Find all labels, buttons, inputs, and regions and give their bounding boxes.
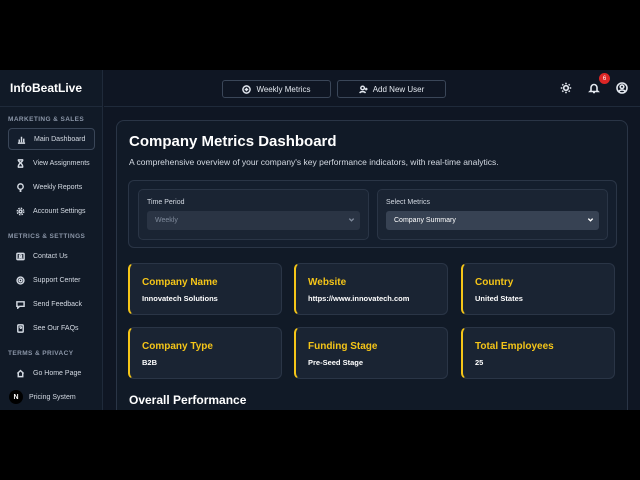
select-metrics-label: Select Metrics (386, 199, 430, 206)
sidebar-item-label: Account Settings (33, 207, 86, 215)
metric-label: Company Type (142, 341, 213, 352)
metric-card-website: Website https://www.innovatech.com (294, 263, 448, 315)
sidebar-item-label: Go Home Page (33, 369, 82, 377)
time-period-label: Time Period (147, 199, 185, 206)
sidebar-item-label: View Assignments (33, 159, 90, 167)
chevron-down-icon (348, 216, 355, 225)
theme-toggle-sun-icon[interactable] (559, 81, 573, 95)
sidebar-item-pricing-system[interactable]: N Pricing System (8, 386, 95, 408)
sidebar-item-view-assignments[interactable]: View Assignments (8, 152, 95, 174)
metric-label: Country (475, 277, 514, 288)
sidebar-item-support-center[interactable]: Support Center (8, 269, 95, 291)
metric-value: Pre-Seed Stage (308, 358, 364, 367)
section-marketing-sales: MARKETING & SALES (8, 116, 85, 123)
select-metrics-value: Company Summary (394, 217, 456, 224)
bar-chart-icon (15, 135, 27, 144)
metric-label: Total Employees (475, 341, 554, 352)
metric-value: Innovatech Solutions (142, 294, 218, 303)
sidebar-item-main-dashboard[interactable]: Main Dashboard (8, 128, 95, 150)
sidebar-item-label: Weekly Reports (33, 183, 83, 191)
metric-card-company-type: Company Type B2B (128, 327, 282, 379)
overall-performance-heading: Overall Performance (129, 393, 247, 407)
message-icon (14, 300, 26, 309)
metric-value: B2B (142, 358, 158, 367)
chevron-down-icon (587, 216, 594, 225)
notification-bell-icon[interactable] (587, 81, 601, 95)
section-terms-privacy: TERMS & PRIVACY (8, 350, 74, 357)
hourglass-icon (14, 158, 26, 168)
time-period-value: Weekly (155, 217, 178, 224)
app-frame: InfoBeatLive MARKETING & SALES Main Dash… (0, 70, 640, 410)
brand-logo[interactable]: InfoBeatLive (0, 70, 102, 107)
select-metrics-filter: Select Metrics Company Summary (377, 189, 608, 240)
metric-value: 25 (475, 358, 484, 367)
n-badge-icon: N (9, 390, 23, 404)
plus-circle-icon (242, 84, 252, 94)
add-new-user-button[interactable]: Add New User (337, 80, 446, 98)
time-period-filter: Time Period Weekly (138, 189, 369, 240)
dashboard-card: Company Metrics Dashboard A comprehensiv… (116, 120, 628, 410)
select-metrics-select[interactable]: Company Summary (386, 211, 599, 230)
page-subtitle: A comprehensive overview of your company… (129, 157, 499, 167)
lifebuoy-icon (14, 275, 26, 285)
page-title: Company Metrics Dashboard (129, 133, 337, 150)
metric-label: Company Name (142, 277, 218, 288)
contact-card-icon (14, 252, 26, 261)
add-new-user-label: Add New User (372, 84, 425, 94)
sidebar-item-go-home-page[interactable]: Go Home Page (8, 362, 95, 384)
faq-document-icon (14, 323, 26, 333)
sidebar-item-label: Send Feedback (33, 300, 83, 308)
metric-card-country: Country United States (461, 263, 615, 315)
add-user-icon (358, 84, 368, 93)
sidebar-item-send-feedback[interactable]: Send Feedback (8, 293, 95, 315)
sidebar-item-label: Contact Us (33, 252, 68, 260)
metric-label: Website (308, 277, 347, 288)
metric-value[interactable]: https://www.innovatech.com (308, 294, 409, 303)
notification-count-badge: 6 (599, 73, 610, 84)
metric-label: Funding Stage (308, 341, 378, 352)
user-profile-icon[interactable] (615, 81, 629, 95)
metric-value: United States (475, 294, 523, 303)
sidebar-item-account-settings[interactable]: Account Settings (8, 200, 95, 222)
sidebar-item-see-our-faqs[interactable]: See Our FAQs (8, 317, 95, 339)
sidebar-item-contact-us[interactable]: Contact Us (8, 245, 95, 267)
sidebar-item-label: Support Center (33, 276, 81, 284)
gear-icon (14, 207, 26, 216)
home-icon (14, 369, 26, 378)
sidebar-item-label: See Our FAQs (33, 324, 79, 332)
weekly-metrics-label: Weekly Metrics (256, 84, 311, 94)
lightbulb-icon (14, 182, 26, 192)
metric-card-funding-stage: Funding Stage Pre-Seed Stage (294, 327, 448, 379)
metric-card-company-name: Company Name Innovatech Solutions (128, 263, 282, 315)
time-period-select[interactable]: Weekly (147, 211, 360, 230)
metric-card-total-employees: Total Employees 25 (461, 327, 615, 379)
filters-panel: Time Period Weekly Select Metrics Compan… (128, 180, 617, 248)
sidebar-item-label: Pricing System (29, 393, 76, 401)
sidebar-item-label: Main Dashboard (34, 135, 86, 143)
weekly-metrics-button[interactable]: Weekly Metrics (222, 80, 331, 98)
section-metrics-settings: METRICS & SETTINGS (8, 233, 86, 240)
sidebar-item-weekly-reports[interactable]: Weekly Reports (8, 176, 95, 198)
sidebar: InfoBeatLive MARKETING & SALES Main Dash… (0, 70, 103, 410)
